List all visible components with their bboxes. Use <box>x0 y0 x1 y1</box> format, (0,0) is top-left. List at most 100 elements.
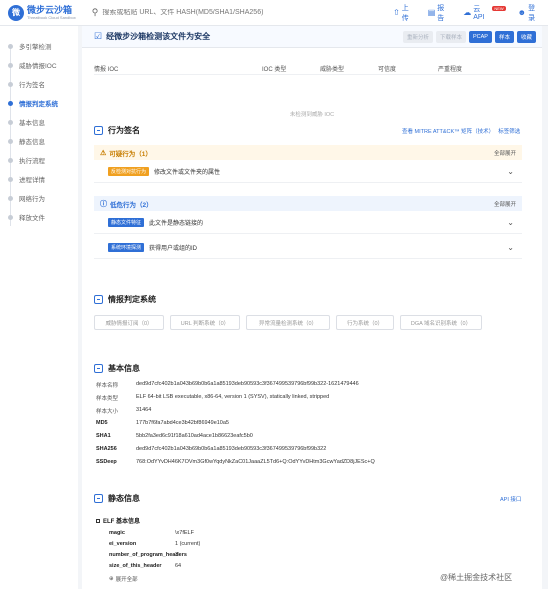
expand-all-link[interactable]: 全部展开 <box>494 200 522 208</box>
info-row: 样本大小 31464 <box>96 407 152 415</box>
sidebar-item-behavior[interactable]: 行为签名 <box>0 77 78 91</box>
sample-size: 31464 <box>136 407 152 413</box>
behavior-text: 此文件是静态链接的 <box>149 221 204 227</box>
logo-mark: 微 <box>8 4 24 21</box>
chevron-down-icon[interactable]: ⌄ <box>507 167 514 176</box>
shield-check-icon: ☑ <box>94 31 103 41</box>
info-row: 样本类型 ELF 64-bit LSB executable, x86-64, v… <box>96 394 330 402</box>
login-button[interactable]: ☻ 登录 <box>518 3 542 23</box>
elf-row: ei_version 1 (current) <box>109 541 201 547</box>
report-button[interactable]: ▤ 报告 <box>428 3 451 23</box>
info-row: MD5 177b7f6fa7abd4ce3b42bf86949e10a5 <box>96 420 229 426</box>
low-risk-group-header[interactable]: ⓘ 低危行为（2） 全部展开 <box>94 196 522 211</box>
behavior-tag: 静态文件特征 <box>108 218 145 227</box>
verdict-banner: ☑ 经微步沙箱检测该文件为安全 重新分析 下载样本 PCAP 样本 收藏 <box>82 26 542 48</box>
api-link[interactable]: API 接口 <box>500 495 521 503</box>
sha256-value: ded9d7cfc402b1a043b69b0b6a1a85193deb9059… <box>136 446 327 452</box>
sidebar-item-intel[interactable]: 情报判定系统 <box>0 96 78 110</box>
info-icon: ⓘ <box>100 200 107 208</box>
info-row: SSDeep 768:OdYYvDH46K7OVm3Gf0wYqdyNkZaC01… <box>96 459 375 465</box>
sidebar-item-process[interactable]: 进程详情 <box>0 172 78 186</box>
sidebar-nav: 多引擎检测 威胁情报IOC 行为签名 情报判定系统 基本信息 静态信息 执行流程… <box>0 26 78 589</box>
intel-section-title: 情报判定系统 <box>94 294 156 305</box>
col-severity: 严重程度 <box>438 67 463 73</box>
chevron-down-icon[interactable]: ⌄ <box>507 243 514 252</box>
sidebar-item-basic[interactable]: 基本信息 <box>0 115 78 129</box>
logo-name: 微步云沙箱 <box>27 5 73 15</box>
elf-row: size_of_this_header 64 <box>109 563 182 569</box>
download-sample-button[interactable]: 下载样本 <box>435 30 466 43</box>
upload-icon: ⇧ <box>393 8 400 17</box>
col-threat-type: 威胁类型 <box>320 67 345 73</box>
report-icon: ▤ <box>427 8 436 17</box>
ssdeep-value: 768:OdYYvDH46K7OVm3Gf0wYqdyNkZaC01JaaaZL… <box>136 459 375 465</box>
behavior-row[interactable]: 系统环境探测 获得用户或组的ID ⌄ <box>94 237 522 259</box>
elf-row: number_of_program_headers 3 <box>109 552 187 558</box>
upload-button[interactable]: ⇧ 上传 <box>393 3 416 23</box>
expand-all-link[interactable]: 全部展开 <box>494 149 522 157</box>
elf-info-title: ELF 基本信息 <box>96 516 140 525</box>
cloud-api-icon: ☁ <box>463 8 472 17</box>
reanalyze-button[interactable]: 重新分析 <box>402 30 433 43</box>
behavior-row[interactable]: 反检测对抗行为 修改文件或文件夹的属性 ⌄ <box>94 161 522 183</box>
section-icon <box>94 494 103 503</box>
sidebar-item-dropped[interactable]: 释放文件 <box>0 210 78 224</box>
ioc-table-header: 情报 IOC IOC 类型 威胁类型 可信度 严重程度 <box>94 63 530 75</box>
behavior-text: 修改文件或文件夹的属性 <box>154 170 221 176</box>
suspicious-group-header[interactable]: ⚠ 可疑行为（1） 全部展开 <box>94 145 522 160</box>
search-input[interactable] <box>102 9 363 16</box>
favorite-button[interactable]: 收藏 <box>516 30 536 43</box>
main-content: ☑ 经微步沙箱检测该文件为安全 重新分析 下载样本 PCAP 样本 收藏 情报 … <box>82 26 542 589</box>
md5-value: 177b7f6fa7abd4ce3b42bf86949e10a5 <box>136 420 229 426</box>
col-ioc: 情报 IOC <box>94 67 119 73</box>
section-icon <box>94 126 103 135</box>
sidebar-item-static[interactable]: 静态信息 <box>0 134 78 148</box>
section-icon <box>94 364 103 373</box>
collapse-icon[interactable] <box>96 518 100 523</box>
search-icon[interactable]: ⚲ <box>92 7 99 18</box>
sidebar-item-ioc[interactable]: 威胁情报IOC <box>0 58 78 72</box>
new-badge: NEW <box>492 6 506 11</box>
expand-icon: ⊕ <box>109 576 114 582</box>
sample-type: ELF 64-bit LSB executable, x86-64, versi… <box>136 394 330 400</box>
info-row: 样本名称 ded9d7cfc402b1a043b69b0b6a1a85193deb… <box>96 381 359 389</box>
info-row: SHA256 ded9d7cfc402b1a043b69b0b6a1a85193d… <box>96 446 327 452</box>
elf-row: magic \x7fELF <box>109 530 194 536</box>
logo[interactable]: 微 微步云沙箱 Threatbook Cloud Sandbox <box>0 4 92 21</box>
basic-section-title: 基本信息 <box>94 363 140 374</box>
sidebar-item-multi-engine[interactable]: 多引擎检测 <box>0 39 78 53</box>
behavior-tag: 反检测对抗行为 <box>108 167 150 176</box>
sidebar-item-network[interactable]: 网络行为 <box>0 191 78 205</box>
sample-name: ded9d7cfc402b1a043b69b0b6a1a85193deb9059… <box>136 381 359 387</box>
chevron-down-icon[interactable]: ⌄ <box>507 218 514 227</box>
traffic-detect-button[interactable]: 异常流量检测系统（0） <box>246 315 330 330</box>
sample-button[interactable]: 样本 <box>494 30 514 43</box>
pcap-button[interactable]: PCAP <box>468 30 492 43</box>
warning-icon: ⚠ <box>100 149 107 157</box>
behavior-system-button[interactable]: 行为系统（0） <box>336 315 394 330</box>
expand-all-button[interactable]: ⊕ 展开全部 <box>109 575 138 583</box>
sha1-value: 5bb2fa3ed6c91f18a610ad4ace1b86623eafc5b0 <box>136 433 253 439</box>
tag-filter-link[interactable]: 标签筛选 <box>498 127 520 135</box>
verdict-title: 经微步沙箱检测该文件为安全 <box>106 32 211 41</box>
sidebar-item-flow[interactable]: 执行流程 <box>0 153 78 167</box>
static-section-title: 静态信息 <box>94 493 140 504</box>
section-icon <box>94 295 103 304</box>
top-bar: 微 微步云沙箱 Threatbook Cloud Sandbox ⚲ ⇧ 上传 … <box>0 0 548 26</box>
ioc-empty-text: 未检测到威胁 IOC <box>289 112 335 118</box>
behavior-tag: 系统环境探测 <box>108 243 145 252</box>
behavior-section-title: 行为签名 <box>94 125 140 136</box>
col-ioc-type: IOC 类型 <box>262 67 287 73</box>
intel-subscription-button[interactable]: 威胁情报订阅（0） <box>94 315 164 330</box>
dga-detect-button[interactable]: DGA 域名识别系统（0） <box>400 315 482 330</box>
login-icon: ☻ <box>517 8 527 17</box>
col-confidence: 可信度 <box>378 67 397 73</box>
logo-subtitle: Threatbook Cloud Sandbox <box>27 15 76 20</box>
mitre-link[interactable]: 查看 MITRE ATT&CK™ 矩阵（技术） <box>402 127 494 135</box>
behavior-row[interactable]: 静态文件特征 此文件是静态链接的 ⌄ <box>94 212 522 234</box>
behavior-text: 获得用户或组的ID <box>149 246 198 252</box>
cloud-api-button[interactable]: ☁ 云API NEW <box>463 4 506 21</box>
search-bar: ⚲ <box>92 7 381 18</box>
url-judge-button[interactable]: URL 判断系统（0） <box>170 315 240 330</box>
info-row: SHA1 5bb2fa3ed6c91f18a610ad4ace1b86623eaf… <box>96 433 253 439</box>
